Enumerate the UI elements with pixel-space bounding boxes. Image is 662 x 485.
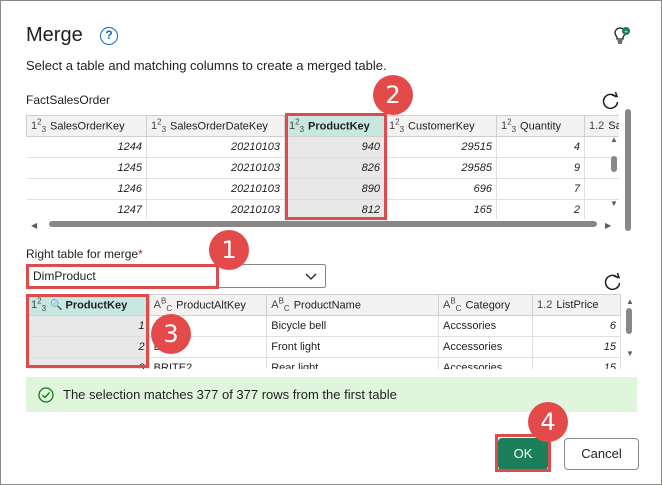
column-header[interactable]: 123 CustomerKey [384,115,497,137]
help-icon[interactable]: ? [100,27,118,45]
column-header[interactable]: ABC Category [437,294,534,316]
column-header[interactable]: ABC ProductAltKey [148,294,268,316]
table-cell: Accessories [438,336,534,358]
table-cell: 1246 [26,178,147,200]
decimal-type-icon: 1.2 [589,120,605,132]
whole-number-type-icon: 123 [389,117,405,135]
column-header-label: Sal [608,120,619,132]
column-header-label: ProductAltKey [176,299,246,312]
first-table-hscroll[interactable] [43,219,603,229]
table-cell: 20210103 [146,136,285,158]
dialog-subtitle: Select a table and matching columns to c… [26,58,387,73]
table-cell: 9 [496,157,585,179]
table-cell: Accessories [438,357,534,369]
table-cell: 696 [384,178,497,200]
column-header[interactable]: 1.2Sal [584,115,619,137]
table-cell: 29585 [384,157,497,179]
first-table-scroll-up-icon[interactable]: ▲ [610,135,618,144]
dialog-title: Merge [26,24,83,46]
column-header[interactable]: 123 Quantity [496,115,585,137]
decimal-type-icon: 1.2 [537,299,553,311]
callout-badge-1: 1 [209,230,249,270]
column-header-label: SalesOrderDateKey [170,120,268,133]
table-cell: Accssories [438,315,534,337]
table-cell: Rear light [266,357,439,369]
table-cell [584,178,619,200]
table-cell: 4 [496,136,585,158]
svg-text:+: + [624,30,628,36]
column-header-label: ListPrice [556,299,599,311]
column-header-label: Category [465,299,511,312]
right-productkey-column-highlight [26,294,149,368]
table-cell: 1244 [26,136,147,158]
callout-badge-2: 2 [373,75,413,115]
callout-badge-3: 3 [151,314,191,354]
right-table-vscroll[interactable] [625,306,635,336]
column-header[interactable]: ABC ProductName [266,294,439,316]
column-header-label: CustomerKey [408,120,475,133]
check-circle-icon [38,387,54,403]
table-cell: Bicycle bell [266,315,439,337]
chevron-down-icon [305,273,317,280]
match-status-text: The selection matches 377 of 377 rows fr… [63,387,397,402]
table-cell: 20210103 [146,178,285,200]
table-cell: Front light [266,336,439,358]
whole-number-type-icon: 123 [31,117,47,135]
column-header-label: Quantity [520,120,561,133]
first-table-inner-vscroll[interactable] [610,154,620,174]
column-header[interactable]: 123 SalesOrderDateKey [146,115,285,137]
feedback-lightbulb-icon[interactable]: + [613,26,631,46]
refresh-right-table-icon[interactable] [603,272,623,292]
table-cell: 7 [496,178,585,200]
text-type-icon: ABC [153,296,173,314]
right-table-label: Right table for merge* [26,247,143,261]
column-header-label: ProductName [293,299,361,312]
first-table-scroll-right-icon[interactable]: ▶ [605,221,611,230]
right-table-scroll-up-icon[interactable]: ▲ [626,297,634,306]
text-type-icon: ABC [442,296,462,314]
whole-number-type-icon: 123 [501,117,517,135]
table-cell: 1247 [26,199,147,219]
column-header-label: SalesOrderKey [50,120,125,133]
refresh-first-table-icon[interactable] [601,91,621,111]
table-cell: 20210103 [146,199,285,219]
productkey-column-highlight [285,113,387,220]
table-cell: 29515 [384,136,497,158]
text-type-icon: ABC [271,296,290,314]
merge-dialog: Merge ? + Select a table and matching co… [0,0,662,485]
table-cell: 1245 [26,157,147,179]
table-cell: BRITE2 [149,357,268,369]
table-cell: 165 [384,199,497,219]
first-table-scroll-down-icon[interactable]: ▼ [610,199,618,208]
table-cell: 2 [496,199,585,219]
first-table-vscroll[interactable] [624,104,634,234]
callout-badge-4: 4 [528,402,568,442]
table-cell: 20210103 [146,157,285,179]
whole-number-type-icon: 123 [151,117,167,135]
right-table-scroll-down-icon[interactable]: ▼ [626,349,634,358]
column-header[interactable]: 123 SalesOrderKey [26,115,147,137]
column-header[interactable]: 1.2 ListPrice [532,294,621,316]
first-table-scroll-left-icon[interactable]: ◀ [31,221,37,230]
first-table-name: FactSalesOrder [26,93,111,107]
table-cell: 15 [532,336,621,358]
right-table-dropdown-highlight [26,264,219,289]
table-cell: 6 [532,315,621,337]
cancel-button[interactable]: Cancel [564,438,639,470]
table-cell: 15 [532,357,621,369]
